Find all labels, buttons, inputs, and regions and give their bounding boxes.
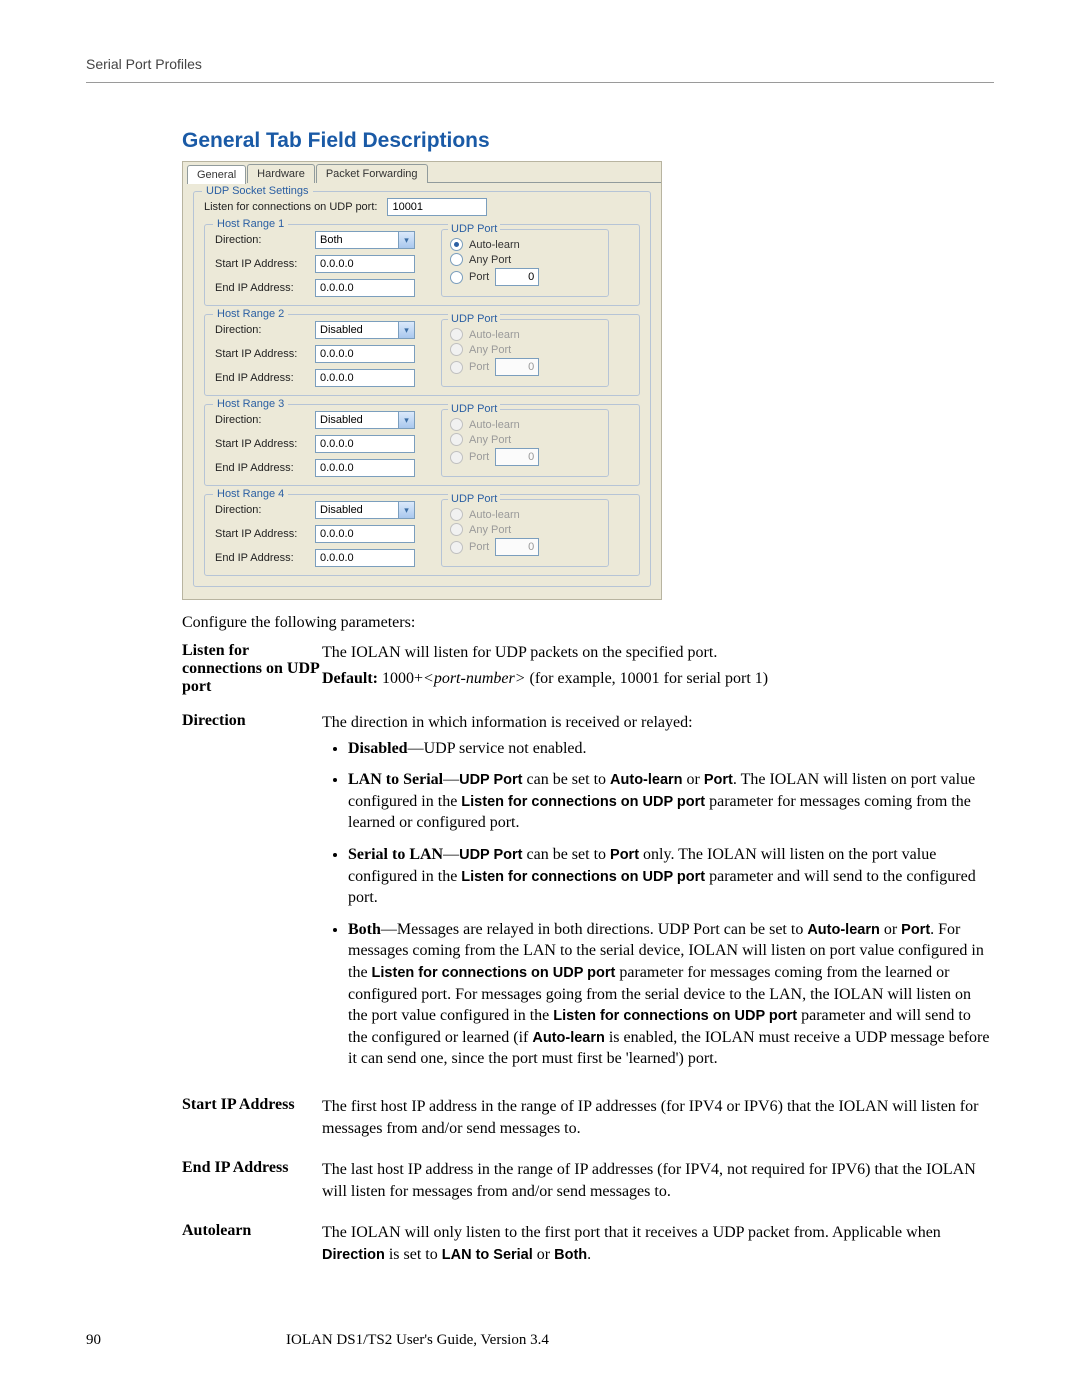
chevron-down-icon: ▾ <box>398 502 414 518</box>
udp-port-legend: UDP Port <box>448 493 500 505</box>
radio-anyport <box>450 343 463 356</box>
opt-port: Port <box>469 271 489 283</box>
direction-select[interactable]: Disabled▾ <box>315 501 415 519</box>
direction-label: Direction: <box>215 234 305 246</box>
end-ip-input[interactable] <box>315 549 415 567</box>
listen-label: Listen for connections on UDP port: <box>204 201 377 213</box>
chevron-down-icon: ▾ <box>398 412 414 428</box>
term-direction: Direction <box>182 712 322 730</box>
direction-label: Direction: <box>215 324 305 336</box>
opt-anyport: Any Port <box>469 344 511 356</box>
host-range-2: Host Range 2Direction:Disabled▾Start IP … <box>204 314 640 396</box>
udp-port-legend: UDP Port <box>448 403 500 415</box>
desc-end-ip: The last host IP address in the range of… <box>322 1159 994 1206</box>
opt-autolearn: Auto-learn <box>469 419 520 431</box>
section-title: General Tab Field Descriptions <box>182 129 994 153</box>
radio-autolearn <box>450 418 463 431</box>
end-ip-label: End IP Address: <box>215 372 305 384</box>
udp-port-legend: UDP Port <box>448 313 500 325</box>
group-legend: UDP Socket Settings <box>202 185 313 197</box>
opt-anyport: Any Port <box>469 254 511 266</box>
opt-anyport: Any Port <box>469 524 511 536</box>
end-ip-label: End IP Address: <box>215 552 305 564</box>
udp-port-input <box>495 448 539 466</box>
page-number: 90 <box>86 1332 286 1349</box>
udp-socket-settings-group: UDP Socket Settings Listen for connectio… <box>193 191 651 587</box>
start-ip-label: Start IP Address: <box>215 528 305 540</box>
book-title-footer: IOLAN DS1/TS2 User's Guide, Version 3.4 <box>286 1332 994 1349</box>
settings-dialog: General Hardware Packet Forwarding UDP S… <box>182 161 662 600</box>
host-range-legend: Host Range 1 <box>213 218 288 230</box>
host-range-1: Host Range 1Direction:Both▾Start IP Addr… <box>204 224 640 306</box>
start-ip-input[interactable] <box>315 255 415 273</box>
end-ip-input[interactable] <box>315 369 415 387</box>
opt-anyport: Any Port <box>469 434 511 446</box>
opt-autolearn: Auto-learn <box>469 329 520 341</box>
opt-port: Port <box>469 541 489 553</box>
desc-listen: The IOLAN will listen for UDP packets on… <box>322 642 994 693</box>
udp-port-input <box>495 538 539 556</box>
intro-text: Configure the following parameters: <box>182 614 994 632</box>
end-ip-input[interactable] <box>315 459 415 477</box>
chevron-down-icon: ▾ <box>398 322 414 338</box>
udp-port-group: UDP PortAuto-learnAny PortPort <box>441 499 609 567</box>
running-header: Serial Port Profiles <box>86 56 994 83</box>
start-ip-input[interactable] <box>315 435 415 453</box>
term-start-ip: Start IP Address <box>182 1096 322 1114</box>
end-ip-label: End IP Address: <box>215 282 305 294</box>
tab-packet-forwarding[interactable]: Packet Forwarding <box>316 164 428 183</box>
opt-port: Port <box>469 451 489 463</box>
radio-autolearn <box>450 328 463 341</box>
start-ip-input[interactable] <box>315 345 415 363</box>
term-end-ip: End IP Address <box>182 1159 322 1177</box>
term-listen: Listen for connections on UDP port <box>182 642 322 696</box>
start-ip-label: Start IP Address: <box>215 348 305 360</box>
chevron-down-icon: ▾ <box>398 232 414 248</box>
radio-anyport <box>450 433 463 446</box>
opt-autolearn: Auto-learn <box>469 509 520 521</box>
host-range-legend: Host Range 4 <box>213 488 288 500</box>
desc-autolearn: The IOLAN will only listen to the first … <box>322 1222 994 1269</box>
tab-general[interactable]: General <box>187 165 246 184</box>
direction-label: Direction: <box>215 414 305 426</box>
direction-select[interactable]: Disabled▾ <box>315 321 415 339</box>
start-ip-label: Start IP Address: <box>215 258 305 270</box>
radio-port[interactable] <box>450 271 463 284</box>
term-autolearn: Autolearn <box>182 1222 322 1240</box>
end-ip-input[interactable] <box>315 279 415 297</box>
udp-port-input <box>495 358 539 376</box>
direction-select[interactable]: Disabled▾ <box>315 411 415 429</box>
direction-select[interactable]: Both▾ <box>315 231 415 249</box>
end-ip-label: End IP Address: <box>215 462 305 474</box>
radio-port <box>450 361 463 374</box>
opt-port: Port <box>469 361 489 373</box>
radio-port <box>450 451 463 464</box>
udp-port-group: UDP PortAuto-learnAny PortPort <box>441 409 609 477</box>
host-range-legend: Host Range 2 <box>213 308 288 320</box>
desc-start-ip: The first host IP address in the range o… <box>322 1096 994 1143</box>
radio-anyport[interactable] <box>450 253 463 266</box>
udp-port-legend: UDP Port <box>448 223 500 235</box>
tab-hardware[interactable]: Hardware <box>247 164 315 183</box>
listen-port-input[interactable] <box>387 198 487 216</box>
start-ip-label: Start IP Address: <box>215 438 305 450</box>
radio-anyport <box>450 523 463 536</box>
host-range-4: Host Range 4Direction:Disabled▾Start IP … <box>204 494 640 576</box>
udp-port-group: UDP PortAuto-learnAny PortPort <box>441 319 609 387</box>
desc-direction: The direction in which information is re… <box>322 712 994 1080</box>
radio-port <box>450 541 463 554</box>
radio-autolearn <box>450 508 463 521</box>
start-ip-input[interactable] <box>315 525 415 543</box>
host-range-3: Host Range 3Direction:Disabled▾Start IP … <box>204 404 640 486</box>
host-range-legend: Host Range 3 <box>213 398 288 410</box>
udp-port-input[interactable] <box>495 268 539 286</box>
direction-label: Direction: <box>215 504 305 516</box>
udp-port-group: UDP PortAuto-learnAny PortPort <box>441 229 609 297</box>
radio-autolearn[interactable] <box>450 238 463 251</box>
opt-autolearn: Auto-learn <box>469 239 520 251</box>
